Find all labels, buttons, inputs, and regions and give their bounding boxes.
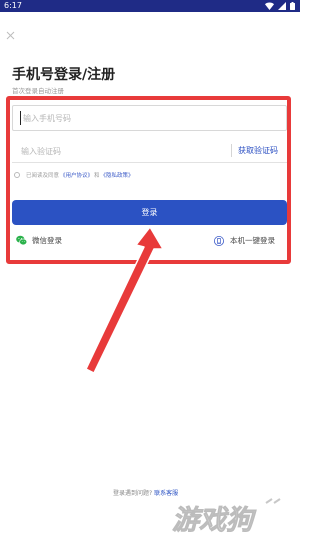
status-bar: 6:17 xyxy=(0,0,300,12)
annotation-arrow-icon xyxy=(85,226,164,374)
page-title: 手机号登录/注册 xyxy=(12,67,116,83)
page-subtitle: 首次登录自动注册 xyxy=(12,87,64,95)
close-icon xyxy=(6,31,15,40)
signal-icon xyxy=(278,2,286,10)
help-text: 登录遇到问题? xyxy=(113,490,153,497)
help-row: 登录遇到问题? 联系客服 xyxy=(113,488,178,497)
watermark-logo: 游戏狗 xyxy=(172,498,281,536)
status-icons xyxy=(265,2,295,10)
svg-text:游戏狗: 游戏狗 xyxy=(172,505,257,536)
status-time: 6:17 xyxy=(4,1,22,10)
battery-icon xyxy=(290,2,295,10)
wifi-icon xyxy=(265,2,274,10)
close-button[interactable] xyxy=(6,30,18,42)
contact-support-link[interactable]: 联系客服 xyxy=(154,490,178,497)
login-screen: 6:17 手机号登录/注册 首次登录自动注册 输入手机号码 输入验证码 获取验证… xyxy=(0,0,300,539)
